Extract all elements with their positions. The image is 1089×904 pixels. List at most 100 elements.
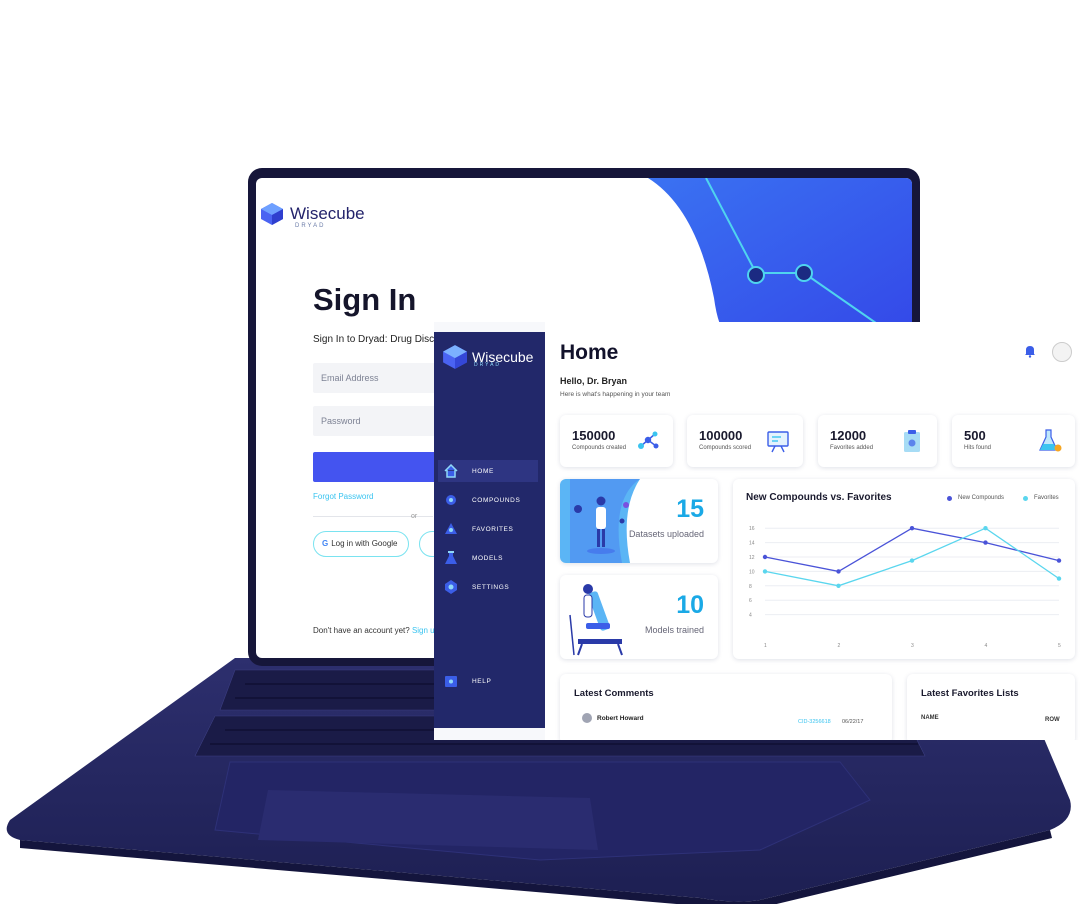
beaker-icon [1039, 429, 1062, 452]
sidebar-item-models[interactable]: MODELS [438, 547, 538, 569]
dashboard-window: Wisecube DRYAD HOME COMPOUNDS FAVORITES … [434, 322, 1089, 740]
comments-title: Latest Comments [574, 688, 654, 699]
y-tick-label: 14 [749, 541, 755, 547]
clipboard-icon [904, 430, 920, 452]
stat-value: 500 [964, 428, 986, 443]
y-tick-label: 6 [749, 598, 752, 604]
stat-card-compounds-created: 150000 Compounds created [560, 415, 673, 467]
datasets-label: Datasets uploaded [628, 529, 704, 539]
sidebar-item-label: MODELS [472, 554, 504, 562]
models-value: 10 [676, 591, 704, 619]
stat-value: 100000 [699, 428, 743, 443]
datasets-card: 15 Datasets uploaded [560, 479, 718, 563]
y-tick-label: 4 [749, 613, 752, 619]
stat-value: 150000 [572, 428, 616, 443]
scientist-illustration [560, 479, 640, 563]
models-label: Models trained [644, 625, 704, 635]
x-tick-label: 5 [1058, 643, 1061, 649]
y-tick-label: 16 [749, 526, 755, 532]
y-tick-label: 8 [749, 584, 752, 590]
favorites-lists-title: Latest Favorites Lists [921, 688, 1019, 699]
data-point [762, 554, 768, 560]
stat-value: 12000 [830, 428, 867, 443]
data-point [983, 540, 988, 545]
main-content: Home Hello, Dr. Bryan Here is what's hap… [545, 322, 1089, 740]
comment-compound-link[interactable]: CID-3256618 [798, 719, 831, 725]
signin-title: Sign In [313, 282, 417, 317]
latest-comments-card: Latest Comments Robert Howard CID-325661… [560, 674, 892, 740]
favorites-icon [445, 523, 457, 534]
avatar [582, 713, 592, 723]
data-point [983, 526, 988, 531]
sidebar-item-label: COMPOUNDS [472, 496, 521, 504]
sidebar-item-label: HOME [472, 467, 494, 475]
greeting: Hello, Dr. Bryan [560, 376, 628, 386]
models-card: 10 Models trained [560, 575, 718, 659]
home-icon [444, 464, 458, 478]
stat-card-favorites-added: 12000 Favorites added [818, 415, 937, 467]
compounds-icon [446, 495, 456, 505]
comment-date: 06/22/17 [842, 719, 864, 725]
data-point [762, 569, 768, 574]
sidebar-item-compounds[interactable]: COMPOUNDS [438, 489, 538, 511]
hero-graphic [648, 178, 912, 338]
stat-card-hits-found: 500 Hits found [952, 415, 1075, 467]
sidebar-item-settings[interactable]: SETTINGS [438, 576, 538, 598]
stat-card-compounds-scored: 100000 Compounds scored [687, 415, 803, 467]
compounds-favorites-chart-card: New Compounds vs. Favorites New Compound… [733, 479, 1075, 659]
series-line-new-compounds [764, 527, 1060, 573]
molecule-icon [638, 431, 659, 449]
sidebar-item-help[interactable]: HELP [438, 670, 538, 692]
signin-logo: Wisecube DRYAD [260, 202, 365, 229]
page-title: Home [560, 341, 619, 364]
signin-brand: Wisecube [290, 204, 365, 223]
forgot-password-link[interactable]: Forgot Password [313, 492, 373, 501]
sidebar-item-home[interactable]: HOME [438, 460, 538, 482]
google-icon: G [322, 539, 329, 548]
y-tick-label: 10 [749, 569, 755, 575]
microscope-illustration [569, 584, 623, 656]
help-icon [445, 676, 457, 687]
x-tick-label: 3 [911, 643, 914, 649]
data-point [1056, 558, 1062, 563]
sidebar-item-favorites[interactable]: FAVORITES [438, 518, 538, 540]
datasets-value: 15 [676, 495, 704, 523]
sidebar: Wisecube DRYAD HOME COMPOUNDS FAVORITES … [434, 332, 545, 728]
wisecube-logo-icon [443, 345, 467, 369]
x-tick-label: 4 [985, 643, 988, 649]
y-tick-label: 12 [749, 555, 755, 561]
wisecube-logo-icon [261, 203, 283, 225]
data-point [1056, 576, 1062, 581]
comment-author: Robert Howard [597, 715, 644, 722]
board-icon [767, 431, 789, 453]
data-point [909, 558, 915, 563]
sidebar-item-label: HELP [472, 677, 492, 685]
google-login-label: Log in with Google [331, 539, 398, 548]
stat-label: Compounds scored [699, 445, 752, 451]
data-point [836, 569, 841, 574]
line-chart: 468101214161 2 3 4 5 [749, 526, 1062, 649]
google-login-button[interactable]: G Log in with Google [313, 531, 409, 557]
stat-label: Compounds created [572, 445, 627, 451]
no-account-label: Don't have an account yet? [313, 626, 410, 635]
column-header-row: ROW [1045, 717, 1060, 723]
data-point [836, 583, 841, 588]
data-point [909, 526, 915, 531]
user-avatar[interactable] [1052, 342, 1072, 362]
stat-label: Hits found [964, 445, 992, 451]
latest-favorites-lists-card: Latest Favorites Lists NAME ROW [907, 674, 1075, 740]
flask-icon [445, 551, 457, 564]
or-label: or [411, 513, 418, 520]
greeting-hint: Here is what's happening in your team [560, 391, 671, 398]
notification-bell-icon[interactable] [1023, 344, 1037, 358]
sidebar-item-label: SETTINGS [472, 583, 510, 591]
column-header-name: NAME [921, 715, 939, 721]
signin-subtitle: Sign In to Dryad: Drug Disco [313, 334, 440, 345]
sidebar-brand-sub: DRYAD [474, 362, 502, 368]
no-account-text: Don't have an account yet? Sign up [313, 626, 439, 635]
x-tick-label: 2 [838, 643, 841, 649]
sidebar-item-label: FAVORITES [472, 525, 514, 533]
signin-brand-sub: DRYAD [295, 223, 326, 229]
stat-label: Favorites added [830, 445, 874, 451]
x-tick-label: 1 [764, 643, 767, 649]
